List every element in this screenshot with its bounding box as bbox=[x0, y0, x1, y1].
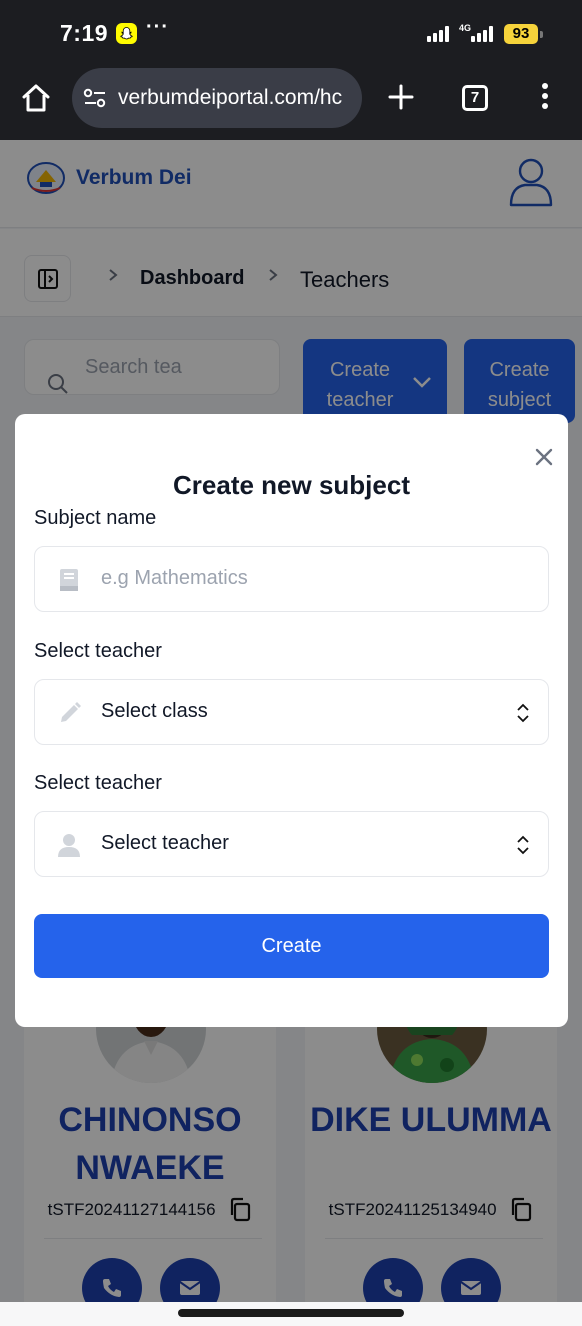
more-indicator: ··· bbox=[146, 16, 169, 38]
address-bar[interactable]: verbumdeiportal.com/hc bbox=[72, 68, 362, 128]
close-icon[interactable] bbox=[533, 446, 555, 468]
snapchat-icon bbox=[116, 23, 137, 44]
teacher-select-value: Select teacher bbox=[101, 832, 229, 854]
class-select-label: Select teacher bbox=[34, 640, 162, 662]
home-indicator[interactable] bbox=[178, 1309, 404, 1317]
book-icon bbox=[60, 569, 78, 591]
home-icon[interactable] bbox=[20, 82, 52, 114]
class-select-value: Select class bbox=[101, 700, 208, 722]
status-time: 7:19 bbox=[60, 20, 109, 46]
battery-indicator: 93 bbox=[504, 24, 538, 44]
signal-icon bbox=[427, 26, 449, 42]
browser-toolbar: verbumdeiportal.com/hc 7 bbox=[0, 66, 582, 140]
chevron-up-down-icon bbox=[517, 835, 529, 855]
modal-title: Create new subject bbox=[173, 470, 410, 500]
create-subject-modal: Create new subject Subject name e.g Math… bbox=[15, 414, 568, 1027]
signal-secondary-icon bbox=[471, 26, 493, 42]
new-tab-icon[interactable] bbox=[388, 84, 414, 110]
site-settings-icon[interactable] bbox=[83, 88, 107, 108]
pencil-icon bbox=[61, 702, 81, 722]
browser-menu-icon[interactable] bbox=[540, 83, 550, 113]
user-icon bbox=[58, 834, 80, 857]
chevron-up-down-icon bbox=[517, 703, 529, 723]
create-button[interactable]: Create bbox=[34, 914, 549, 978]
url-text: verbumdeiportal.com/hc bbox=[118, 86, 343, 109]
class-select[interactable]: Select class bbox=[34, 679, 549, 745]
subject-name-placeholder: e.g Mathematics bbox=[101, 567, 248, 589]
status-bar: 7:19 ··· 4G 93 bbox=[0, 0, 582, 66]
subject-name-label: Subject name bbox=[34, 507, 157, 529]
tab-switcher-button[interactable]: 7 bbox=[462, 85, 488, 111]
subject-name-input[interactable]: e.g Mathematics bbox=[34, 546, 549, 612]
teacher-select[interactable]: Select teacher bbox=[34, 811, 549, 877]
battery-tip bbox=[540, 31, 543, 38]
teacher-select-label: Select teacher bbox=[34, 772, 162, 794]
network-type: 4G bbox=[459, 23, 472, 33]
